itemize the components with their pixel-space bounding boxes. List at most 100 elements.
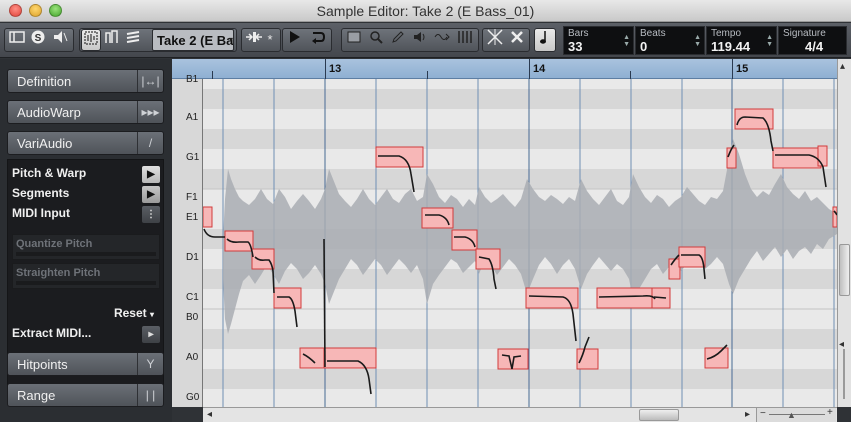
show-inspector-icon[interactable]	[7, 29, 27, 51]
horizontal-scrollbar[interactable]: ◂ ▸ − ▲ +	[203, 407, 837, 422]
audiowarp-section[interactable]: AudioWarp ▸▸▸	[7, 100, 164, 124]
scroll-right-icon[interactable]: ▸	[745, 409, 750, 420]
play-icon[interactable]	[284, 29, 304, 51]
solo-icon[interactable]: S	[28, 29, 48, 51]
ruler-bar-14: 14	[533, 63, 546, 75]
tempo-readout[interactable]: Tempo 119.44 ▲ ▼	[706, 26, 777, 55]
midi-input-mode[interactable]: MIDI Input ⋮	[12, 206, 160, 224]
definition-section[interactable]: Definition |↔|	[7, 69, 164, 93]
zoom-slider-thumb[interactable]: ▲	[787, 410, 796, 420]
scrub-icon[interactable]	[432, 29, 452, 51]
beats-readout[interactable]: Beats 0 ▲ ▼	[635, 26, 705, 55]
editor-canvas	[203, 79, 837, 407]
pitch-segment[interactable]	[323, 347, 377, 369]
zoom-slider-track[interactable]	[769, 414, 825, 415]
segments-label: Segments	[12, 186, 70, 200]
pitch-warp-cursor-icon[interactable]: ▶	[142, 166, 160, 183]
svg-text:S: S	[35, 33, 42, 44]
pitch-label-c1: C1	[186, 292, 199, 303]
tempo-label: Tempo	[711, 28, 742, 39]
bars-value: 33	[568, 39, 583, 54]
reset-button[interactable]: Reset ▾	[12, 306, 160, 324]
hitpoints-section[interactable]: Hitpoints Y	[7, 352, 164, 376]
signature-label: Signature	[783, 28, 826, 39]
pitch-segment[interactable]	[596, 287, 654, 309]
pitch-warp-label: Pitch & Warp	[12, 166, 87, 180]
horizontal-scroll-thumb[interactable]	[639, 409, 679, 421]
title-bar: Sample Editor: Take 2 (E Bass_01)	[0, 0, 851, 22]
pitch-segment[interactable]	[668, 258, 681, 280]
definition-icon: |↔|	[137, 70, 163, 92]
toolbar: S Take 2 (E Bass_01) ▾ *	[0, 23, 851, 58]
midi-input-icon[interactable]: ⋮	[142, 206, 160, 223]
vertical-zoom-track[interactable]	[843, 349, 845, 399]
bars-readout[interactable]: Bars 33 ▲ ▼	[563, 26, 634, 55]
ruler-beat-tick	[427, 71, 428, 79]
draw-icon[interactable]	[388, 29, 408, 51]
zoom-out-icon[interactable]: −	[760, 408, 766, 419]
pitch-segment[interactable]	[251, 248, 275, 270]
tempo-spinner-icon[interactable]: ▲ ▼	[766, 34, 773, 48]
pitch-segment[interactable]	[273, 287, 302, 309]
show-audio-event-icon[interactable]	[103, 29, 121, 51]
musical-mode-icon[interactable]	[534, 28, 556, 52]
reset-label: Reset	[113, 306, 147, 320]
scroll-left-icon[interactable]: ◂	[207, 409, 212, 420]
zoom-icon[interactable]	[366, 29, 386, 51]
scroll-up-icon[interactable]: ▴	[840, 61, 845, 72]
quantize-pitch-slider[interactable]: Quantize Pitch	[12, 234, 160, 260]
pitch-segment[interactable]	[299, 347, 325, 369]
pitch-segment[interactable]	[451, 229, 478, 251]
horizontal-zoom-control[interactable]: − ▲ +	[756, 407, 836, 422]
extract-midi-button[interactable]: Extract MIDI... ▸	[12, 326, 160, 344]
inspector-panel: Definition |↔| AudioWarp ▸▸▸ VariAudio /…	[0, 59, 172, 422]
segments-mode[interactable]: Segments ▶	[12, 186, 160, 204]
segments-cursor-icon[interactable]: ▶	[142, 186, 160, 203]
bars-label: Bars	[568, 28, 589, 39]
timeline-ruler[interactable]: 13 14 15	[172, 59, 837, 79]
take-selector[interactable]: Take 2 (E Bass_01)	[152, 29, 234, 51]
acoustic-feedback-icon[interactable]	[50, 29, 70, 51]
pitch-warp-mode[interactable]: Pitch & Warp ▶	[12, 166, 160, 184]
snap-to-grid-icon[interactable]	[484, 29, 506, 51]
window-title: Sample Editor: Take 2 (E Bass_01)	[316, 3, 535, 19]
vertical-scroll-thumb[interactable]	[839, 244, 850, 296]
straighten-pitch-slider[interactable]: Straighten Pitch	[12, 263, 160, 289]
variaudio-section[interactable]: VariAudio /	[7, 131, 164, 155]
snap-zero-crossing-icon[interactable]	[243, 29, 265, 51]
range-selection-icon[interactable]	[344, 29, 364, 51]
pitch-segment[interactable]	[203, 206, 213, 228]
pitch-segment[interactable]	[772, 147, 822, 169]
pitch-editor-area[interactable]	[203, 79, 837, 407]
extract-midi-label: Extract MIDI...	[12, 326, 92, 340]
speaker-icon[interactable]	[410, 29, 430, 51]
snap-star-label[interactable]: *	[264, 29, 276, 51]
take-dropdown-icon[interactable]: ▾	[226, 29, 236, 51]
pitch-label-a0: A0	[186, 352, 199, 363]
definition-label: Definition	[17, 74, 72, 89]
vertical-scrollbar[interactable]: ▴ ◂	[837, 59, 851, 407]
hitpoints-icon: Y	[137, 353, 163, 375]
audio-event-editing-icon[interactable]	[81, 29, 101, 51]
straighten-pitch-label: Straighten Pitch	[16, 267, 101, 279]
ruler-bar-tick	[529, 59, 530, 79]
bars-spinner-icon[interactable]: ▲ ▼	[623, 34, 630, 48]
range-icon: | |	[137, 384, 163, 406]
midi-input-label: MIDI Input	[12, 206, 70, 220]
pitch-segment[interactable]	[817, 145, 828, 167]
extract-midi-icon[interactable]: ▸	[142, 326, 160, 343]
loop-icon[interactable]	[306, 29, 328, 51]
hitpoints-label: Hitpoints	[17, 357, 68, 372]
stacked-lanes-icon[interactable]	[124, 29, 142, 51]
snap-zero-icon[interactable]	[507, 29, 527, 51]
signature-readout[interactable]: Signature 4/4	[778, 26, 847, 55]
straighten-pitch-track[interactable]	[16, 281, 156, 285]
pitch-segment[interactable]	[726, 147, 737, 169]
range-label: Range	[17, 388, 56, 403]
timewarp-icon[interactable]	[455, 29, 475, 51]
quantize-pitch-track[interactable]	[16, 252, 156, 256]
range-section[interactable]: Range | |	[7, 383, 164, 407]
beats-spinner-icon[interactable]: ▲ ▼	[694, 34, 701, 48]
pitch-label-g1: G1	[186, 152, 200, 163]
zoom-in-icon[interactable]: +	[827, 407, 833, 418]
